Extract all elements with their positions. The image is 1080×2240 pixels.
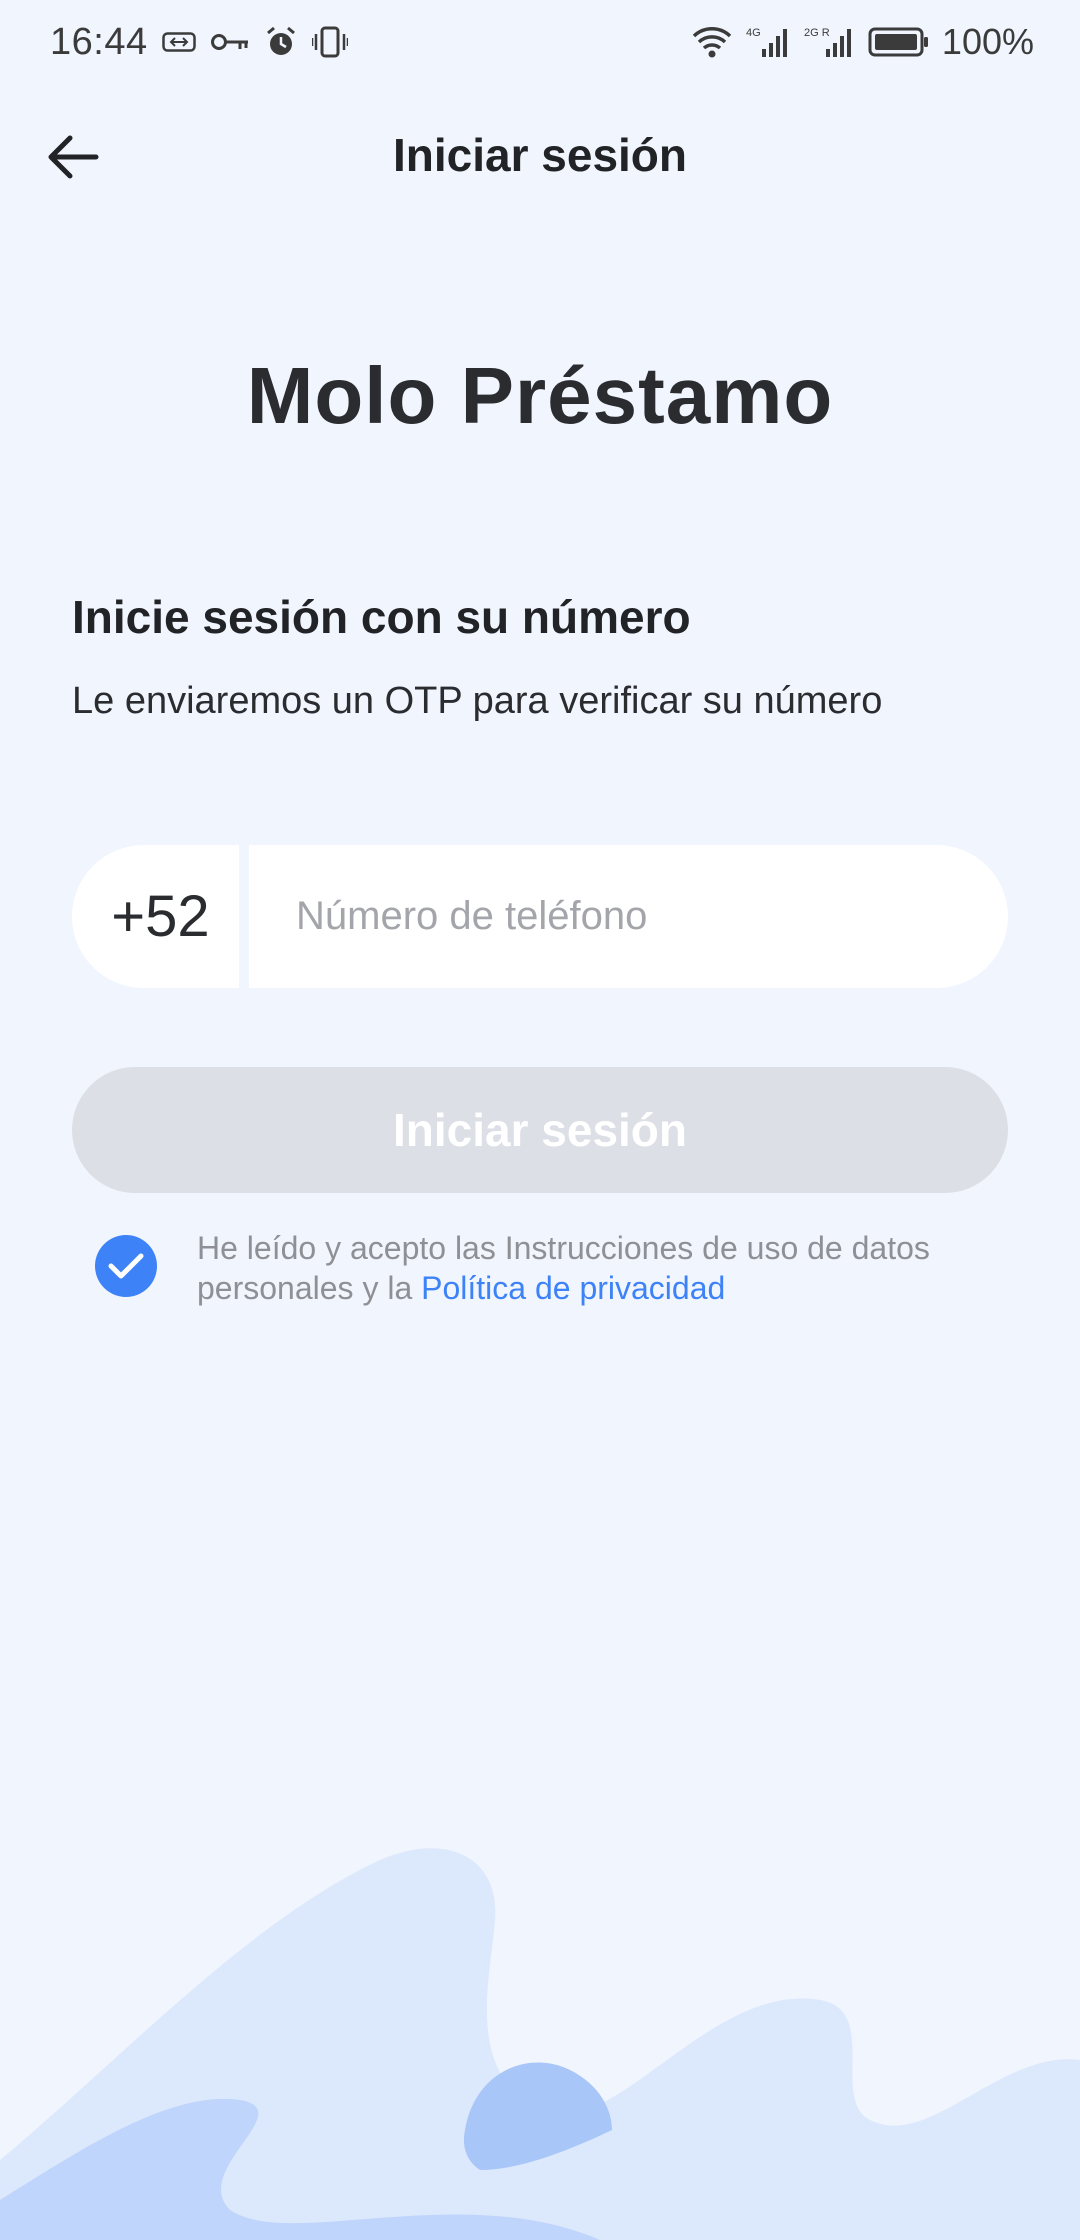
- arrow-left-icon: [48, 135, 99, 179]
- privacy-policy-link[interactable]: Política de privacidad: [421, 1270, 725, 1306]
- phone-input-group: +52: [72, 845, 1008, 988]
- status-bar-left: 16:44: [50, 21, 348, 64]
- status-bar: 16:44 4G 2G R 100%: [0, 0, 1080, 84]
- status-bar-right: 4G 2G R 100%: [678, 21, 1034, 63]
- checkmark-icon: [108, 1253, 144, 1279]
- signal-icon: 4G: [746, 25, 790, 59]
- page-title: Iniciar sesión: [392, 129, 687, 181]
- phone-number-input[interactable]: [249, 845, 1008, 988]
- alarm-icon: [264, 25, 298, 59]
- consent-row: He leído y acepto las Instrucciones de u…: [95, 1228, 1015, 1308]
- svg-text:4G: 4G: [746, 27, 761, 39]
- nfc-card-icon: [161, 32, 196, 52]
- status-time: 16:44: [50, 20, 148, 63]
- phone-input-wrapper: [249, 845, 1008, 988]
- back-button[interactable]: [38, 122, 108, 192]
- app-name: Molo Préstamo: [246, 351, 834, 440]
- login-heading: Inicie sesión con su número: [72, 591, 691, 643]
- consent-checkbox[interactable]: [95, 1235, 157, 1297]
- decorative-waves: [0, 1848, 1080, 2240]
- vibrate-icon: [311, 25, 348, 59]
- login-button[interactable]: Iniciar sesión: [72, 1067, 1008, 1193]
- login-subheading: Le enviaremos un OTP para verificar su n…: [72, 680, 883, 722]
- consent-text: He leído y acepto las Instrucciones de u…: [197, 1228, 1015, 1308]
- battery-percent: 100%: [941, 21, 1034, 62]
- svg-text:2G R: 2G R: [804, 27, 830, 39]
- app-header: Iniciar sesión: [0, 100, 1080, 210]
- country-code[interactable]: +52: [72, 845, 239, 988]
- battery-icon: [868, 27, 930, 57]
- signal-icon-secondary: 2G R: [804, 25, 854, 59]
- key-icon: [210, 31, 250, 53]
- wifi-icon: [692, 26, 732, 58]
